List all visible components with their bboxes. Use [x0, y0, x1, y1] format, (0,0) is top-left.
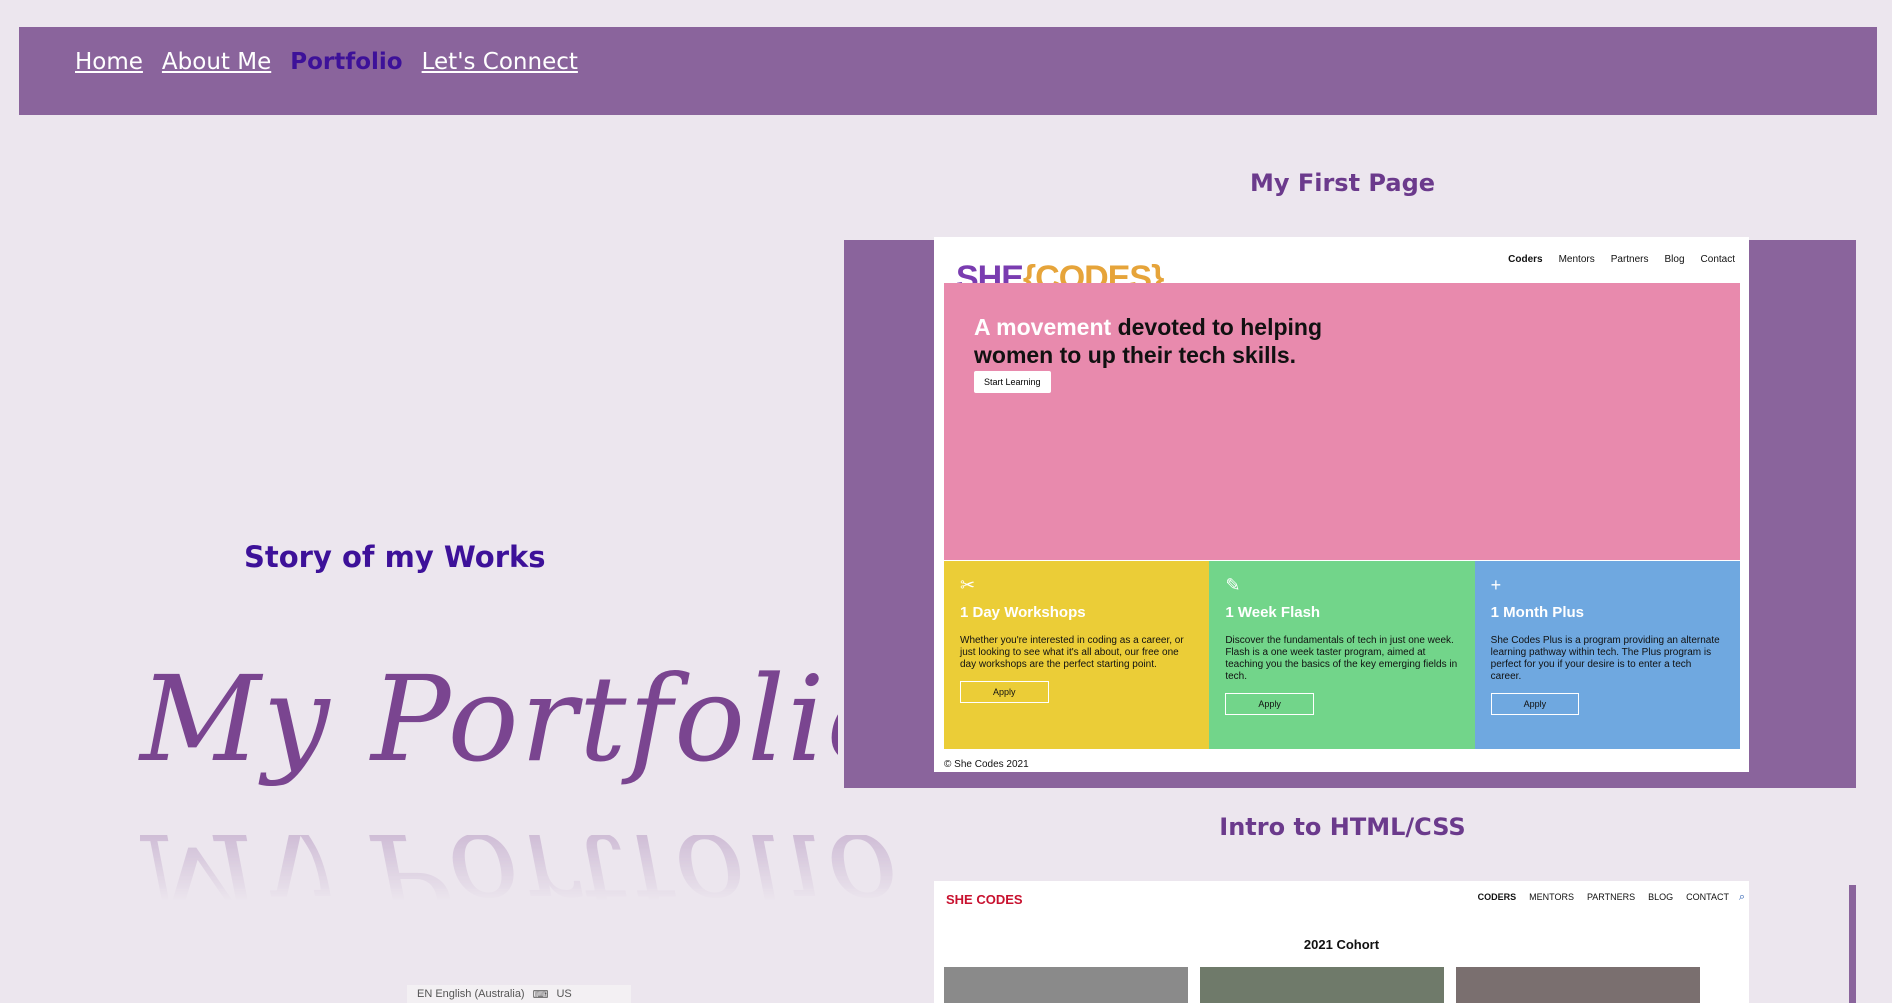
site-nav-coders: Coders [1508, 254, 1543, 265]
site-nav-2: CODERS MENTORS PARTNERS BLOG CONTACT [1478, 892, 1729, 902]
frame-shadow-mask [838, 240, 844, 788]
layout-label: US [556, 988, 572, 1000]
language-label: EN English (Australia) [417, 988, 525, 1000]
cohort-photo [1456, 967, 1700, 1003]
site-nav-contact: Contact [1700, 254, 1735, 265]
card-desc: She Codes Plus is a program providing an… [1490, 635, 1720, 682]
plus-icon: + [1490, 575, 1502, 595]
start-learning-button: Start Learning [974, 371, 1051, 393]
card-desc: Discover the fundamentals of tech in jus… [1225, 635, 1458, 682]
card-1-week-flash: ✎ 1 Week Flash Discover the fundamentals… [1209, 561, 1475, 749]
site-nav-blog: BLOG [1648, 892, 1674, 902]
cohort-photo [1200, 967, 1444, 1003]
cohort-photo [944, 967, 1188, 1003]
top-navbar: Home About Me Portfolio Let's Connect [19, 27, 1877, 115]
pencil-icon: ✎ [1225, 575, 1241, 595]
project-screenshot-first-page[interactable]: SHE{CODES} Coders Mentors Partners Blog … [934, 237, 1749, 772]
site-nav-mentors: MENTORS [1529, 892, 1574, 902]
card-title: 1 Day Workshops [960, 604, 1086, 621]
project-frame-shadow-2 [1849, 885, 1856, 1003]
hero-text: A movement devoted to helping women to u… [974, 314, 1323, 368]
site-nav-blog: Blog [1664, 254, 1685, 265]
card-title: 1 Month Plus [1490, 604, 1584, 621]
site-nav-coders: CODERS [1477, 892, 1517, 902]
nav-list: Home About Me Portfolio Let's Connect [75, 49, 578, 75]
apply-button: Apply [1225, 693, 1314, 715]
site-nav-contact: CONTACT [1686, 892, 1729, 902]
nav-link-about-me[interactable]: About Me [162, 49, 271, 75]
card-title: 1 Week Flash [1225, 604, 1321, 621]
apply-button: Apply [960, 681, 1049, 703]
portfolio-script-title: My Portfolio [140, 650, 900, 788]
project-title-intro-html-css: Intro to HTML/CSS [1219, 813, 1466, 841]
search-icon: ⌕ [1738, 890, 1745, 903]
cohort-heading: 2021 Cohort [1303, 937, 1380, 952]
apply-button: Apply [1490, 693, 1580, 715]
portfolio-script-reflection: My Portfolio [140, 835, 900, 945]
she-codes-logo-2: SHE CODES [946, 892, 1023, 907]
nav-link-portfolio[interactable]: Portfolio [290, 49, 402, 75]
card-1-month-plus: + 1 Month Plus She Codes Plus is a progr… [1474, 561, 1740, 749]
site-hero: A movement devoted to helping women to u… [944, 283, 1740, 560]
language-bar: EN English (Australia) ⌨ US [407, 985, 631, 1003]
card-1-day-workshops: ✂ 1 Day Workshops Whether you're interes… [944, 561, 1210, 749]
site-cards: ✂ 1 Day Workshops Whether you're interes… [944, 561, 1740, 749]
story-heading: Story of my Works [244, 540, 546, 574]
scissors-icon: ✂ [960, 575, 976, 595]
site-nav-partners: Partners [1610, 254, 1649, 265]
site-nav-partners: PARTNERS [1586, 892, 1636, 902]
nav-link-lets-connect[interactable]: Let's Connect [422, 49, 578, 75]
site-footer: © She Codes 2021 [944, 759, 1029, 770]
card-desc: Whether you're interested in coding as a… [960, 635, 1184, 670]
site-nav-mentors: Mentors [1558, 254, 1595, 265]
keyboard-icon: ⌨ [532, 988, 549, 1001]
nav-link-home[interactable]: Home [75, 49, 143, 75]
project-screenshot-intro-html-css[interactable]: SHE CODES CODERS MENTORS PARTNERS BLOG C… [934, 881, 1749, 1003]
site-nav: Coders Mentors Partners Blog Contact [1508, 254, 1735, 265]
project-title-first-page: My First Page [1249, 169, 1436, 197]
